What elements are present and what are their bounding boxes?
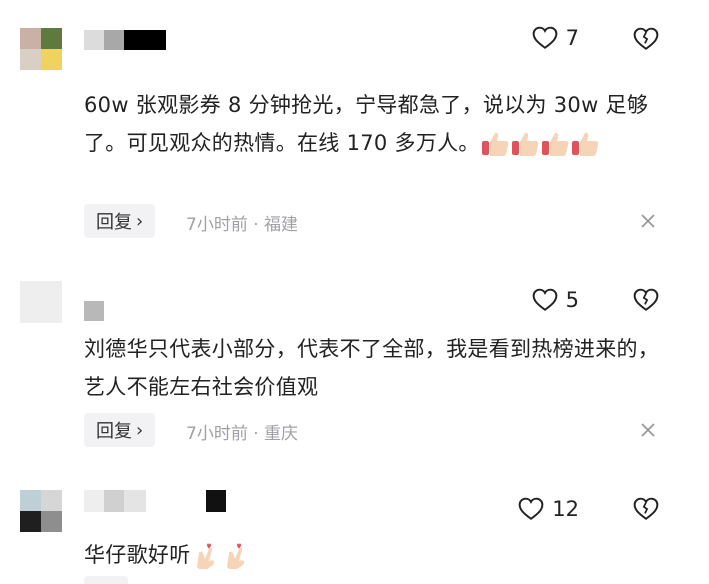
- chevron-right-icon: ›: [136, 419, 144, 441]
- like-count: 12: [552, 497, 579, 521]
- avatar[interactable]: [20, 28, 62, 70]
- heart-icon: [518, 497, 544, 520]
- broken-heart-icon[interactable]: [633, 496, 659, 522]
- like-button[interactable]: 7: [532, 26, 579, 50]
- close-icon[interactable]: [639, 421, 657, 439]
- like-button[interactable]: 5: [532, 288, 579, 312]
- thumbs-up-emoji: [480, 131, 600, 156]
- avatar[interactable]: [20, 281, 62, 323]
- username-redacted[interactable]: [84, 30, 166, 50]
- chevron-right-icon: ›: [136, 210, 144, 232]
- reply-button[interactable]: 回复 ›: [84, 413, 156, 447]
- comment-text: 60w 张观影券 8 分钟抢光，宁导都急了，说以为 30w 足够了。可见观众的热…: [84, 93, 649, 156]
- comment-meta: 7小时前 · 福建: [186, 215, 299, 235]
- comment-text: 华仔歌好听: [84, 536, 674, 574]
- finger-heart-emoji: [191, 543, 251, 569]
- username-redacted[interactable]: [84, 301, 104, 321]
- like-button[interactable]: 12: [518, 497, 579, 521]
- broken-heart-icon[interactable]: [633, 26, 659, 52]
- username-redacted[interactable]: [84, 490, 226, 512]
- heart-icon: [532, 288, 557, 311]
- avatar[interactable]: [20, 490, 62, 532]
- like-count: 7: [565, 26, 579, 50]
- broken-heart-icon[interactable]: [633, 287, 659, 313]
- reply-button-partial[interactable]: [84, 576, 128, 584]
- like-count: 5: [565, 288, 579, 312]
- comment-meta: 7小时前 · 重庆: [186, 424, 299, 444]
- comment-text: 刘德华只代表小部分，代表不了全部，我是看到热榜进来的，艺人不能左右社会价值观: [84, 337, 660, 399]
- close-icon[interactable]: [639, 212, 657, 230]
- heart-icon: [532, 26, 557, 49]
- reply-button[interactable]: 回复 ›: [84, 204, 156, 238]
